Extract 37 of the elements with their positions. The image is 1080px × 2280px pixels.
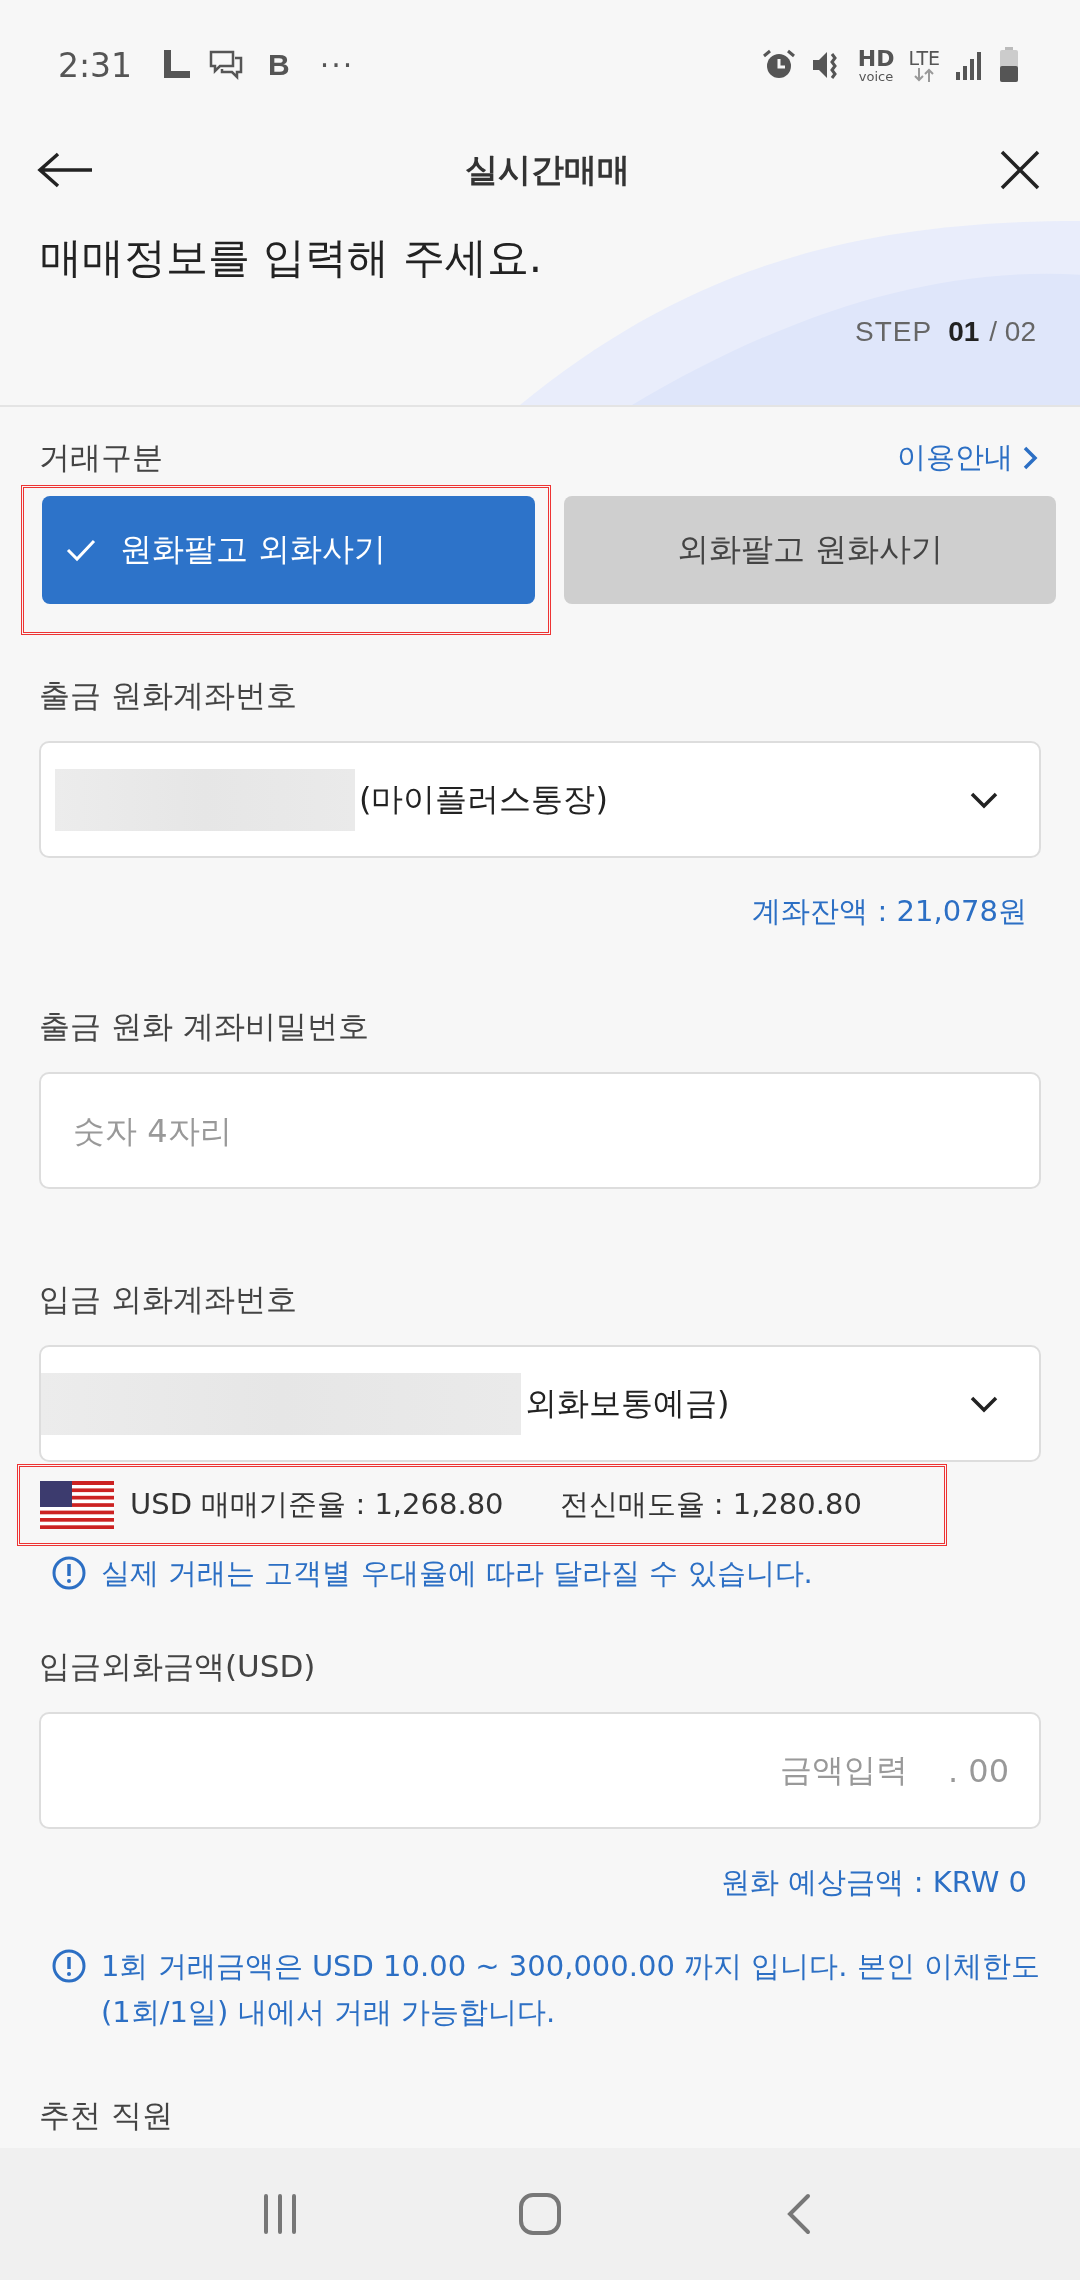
- step-total: / 02: [989, 316, 1036, 348]
- field-label: 출금 원화계좌번호: [39, 676, 298, 715]
- step-label: STEP: [855, 316, 933, 348]
- trade-type-button[interactable]: 원화팔고 외화사기: [42, 496, 535, 604]
- account-dropdown[interactable]: 외화보통예금): [39, 1345, 1041, 1462]
- field-label: 입금외화금액(USD): [39, 1647, 317, 1686]
- more-notifications: ···: [319, 47, 355, 83]
- step-current: 01: [948, 316, 980, 348]
- close-icon[interactable]: [998, 148, 1042, 192]
- field-label: 입금 외화계좌번호: [39, 1280, 298, 1319]
- check-icon: [66, 538, 96, 562]
- sell-rate: 전신매도율 : 1,280.80: [559, 1486, 862, 1523]
- account-balance: 계좌잔액 : 21,078원: [751, 893, 1028, 930]
- data-arrows-icon: [913, 67, 936, 82]
- trade-type-button[interactable]: 외화팔고 원화사기: [563, 496, 1056, 604]
- field-label: 거래구분: [39, 438, 163, 477]
- field-label: 출금 원화 계좌비밀번호: [39, 1007, 370, 1046]
- password-field[interactable]: 숫자 4자리: [39, 1072, 1041, 1189]
- status-time: 2:31: [58, 45, 133, 85]
- help-link[interactable]: 이용안내: [897, 438, 1041, 478]
- hd-voice-indicator: HD voice: [857, 47, 895, 83]
- account-dropdown[interactable]: (마이플러스통장): [39, 741, 1041, 858]
- base-rate: USD 매매기준율 : 1,268.80: [130, 1486, 504, 1523]
- battery-icon: [998, 46, 1020, 84]
- amount-notice: 1회 거래금액은 USD 10.00 ~ 300,000.00 까지 입니다. 본인 이체한도(1회/1일) 내에서 거래 가능합니다.: [101, 1948, 1041, 2031]
- krw-estimate: 원화 예상금액 : KRW 0: [720, 1864, 1028, 1901]
- home-icon[interactable]: [518, 2192, 562, 2236]
- chat-icon: [208, 48, 245, 82]
- rate-notice: 실제 거래는 고객별 우대율에 따라 달라질 수 있습니다.: [101, 1555, 813, 1592]
- info-icon: [51, 1555, 87, 1591]
- field-label: 추천 직원: [39, 2096, 174, 2135]
- info-icon: [51, 1948, 87, 1984]
- lte-indicator: LTE: [908, 48, 940, 82]
- flag-icon: [40, 1481, 114, 1529]
- screen-title: 실시간매매: [464, 148, 630, 191]
- page-heading: 매매정보를 입력해 주세요.: [40, 232, 544, 284]
- app-notification-letter: B: [268, 48, 290, 82]
